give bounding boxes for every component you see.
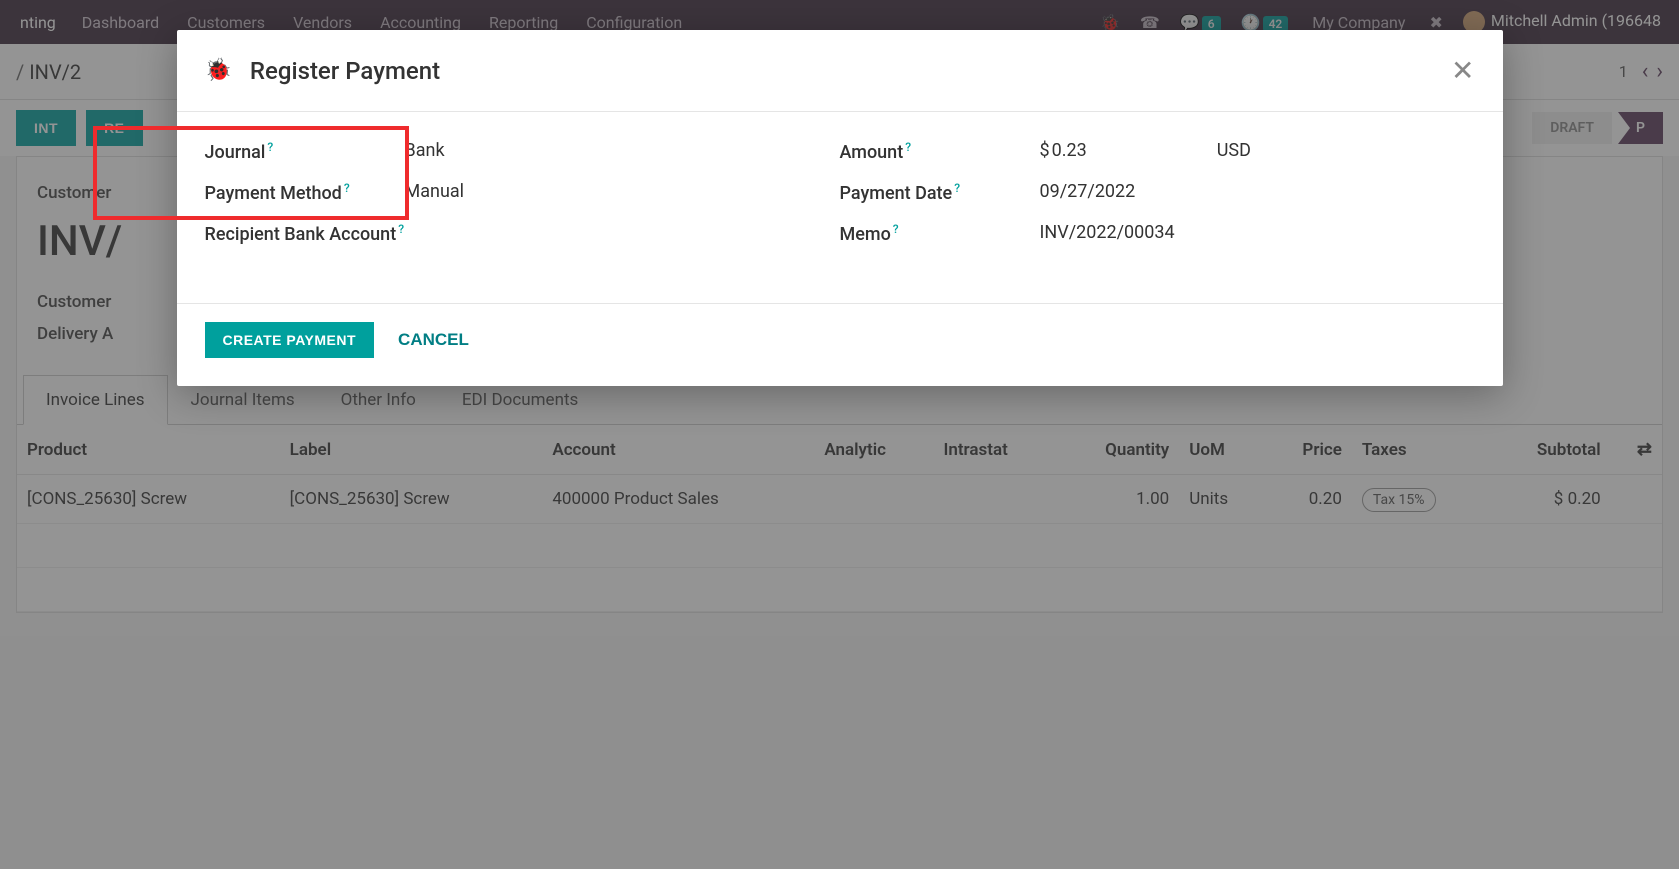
- payment-method-field[interactable]: Manual: [405, 181, 840, 202]
- modal-title: Register Payment: [250, 57, 440, 85]
- help-icon[interactable]: ?: [905, 140, 911, 154]
- modal-footer: CREATE PAYMENT CANCEL: [177, 303, 1503, 386]
- amount-value: 0.23: [1052, 140, 1087, 161]
- memo-field[interactable]: INV/2022/00034: [1040, 222, 1475, 243]
- bug-icon[interactable]: 🐞: [205, 58, 232, 83]
- modal-header: 🐞 Register Payment ✕: [177, 30, 1503, 112]
- amount-label: Amount?: [840, 140, 1040, 163]
- amount-prefix: $: [1040, 140, 1050, 161]
- memo-label: Memo?: [840, 222, 1040, 245]
- help-icon[interactable]: ?: [954, 181, 960, 195]
- help-icon[interactable]: ?: [893, 222, 899, 236]
- create-payment-button[interactable]: CREATE PAYMENT: [205, 322, 375, 358]
- payment-date-label: Payment Date?: [840, 181, 1040, 204]
- payment-method-label: Payment Method?: [205, 181, 405, 204]
- amount-field[interactable]: $ 0.23 USD: [1040, 140, 1475, 161]
- help-icon[interactable]: ?: [398, 222, 404, 236]
- payment-date-field[interactable]: 09/27/2022: [1040, 181, 1475, 202]
- amount-currency[interactable]: USD: [1217, 140, 1251, 161]
- help-icon[interactable]: ?: [344, 181, 350, 195]
- cancel-button[interactable]: CANCEL: [398, 330, 469, 350]
- journal-label: Journal?: [205, 140, 405, 163]
- recipient-bank-label: Recipient Bank Account?: [205, 222, 405, 245]
- modal-body: Journal? Bank Payment Method? Manual Rec…: [177, 112, 1503, 303]
- close-icon[interactable]: ✕: [1451, 54, 1474, 87]
- register-payment-modal: 🐞 Register Payment ✕ Journal? Bank Payme…: [177, 30, 1503, 386]
- help-icon[interactable]: ?: [267, 140, 273, 154]
- journal-field[interactable]: Bank: [405, 140, 840, 161]
